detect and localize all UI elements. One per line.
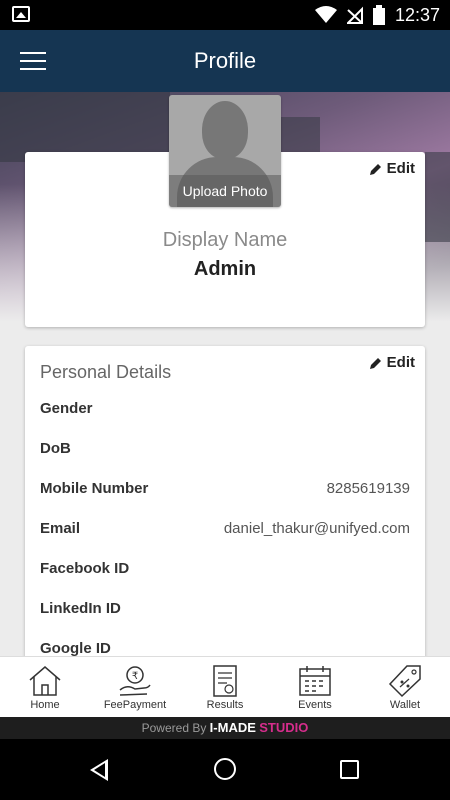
detail-row-facebook: Facebook ID xyxy=(40,559,130,577)
app-bar: Profile xyxy=(0,30,450,92)
pencil-icon xyxy=(369,357,381,369)
back-icon[interactable] xyxy=(90,759,108,781)
brand-logo: I-MADE xyxy=(209,720,256,735)
section-title: Personal Details xyxy=(40,362,172,382)
recent-apps-icon[interactable] xyxy=(340,760,359,779)
calendar-icon xyxy=(299,666,331,696)
image-notification-icon xyxy=(12,6,30,22)
detail-row-dob: DoB xyxy=(40,439,71,457)
nav-home[interactable]: Home xyxy=(0,657,90,718)
upload-photo-button[interactable]: Upload Photo xyxy=(169,95,281,207)
powered-by-footer: Powered By I-MADE STUDIO xyxy=(0,717,450,739)
detail-row-google: Google ID xyxy=(40,639,111,657)
edit-details-button[interactable]: Edit xyxy=(369,354,415,371)
nav-results[interactable]: Results xyxy=(180,657,270,718)
battery-icon xyxy=(372,5,385,25)
wifi-icon xyxy=(314,6,337,23)
bottom-navigation: Home ₹ FeePayment Results Events Wallet xyxy=(0,656,450,717)
personal-details-card: Personal Details Edit Gender DoB Mobile … xyxy=(25,346,425,656)
nav-wallet[interactable]: Wallet xyxy=(360,657,450,718)
display-name-label: Display Name xyxy=(162,229,288,251)
upload-photo-label: Upload Photo xyxy=(169,175,281,207)
pencil-icon xyxy=(369,163,381,175)
page-title: Profile xyxy=(193,48,257,73)
tag-icon xyxy=(388,665,421,698)
nav-events[interactable]: Events xyxy=(270,657,360,718)
home-icon xyxy=(29,666,61,696)
edit-profile-button[interactable]: Edit xyxy=(369,160,415,177)
detail-row-email: Email daniel_thakur@unifyed.com xyxy=(40,519,410,537)
detail-row-gender: Gender xyxy=(40,399,93,417)
nav-feepayment[interactable]: ₹ FeePayment xyxy=(90,657,180,718)
status-bar: 12:37 xyxy=(0,0,450,30)
rupee-hand-icon: ₹ xyxy=(119,666,151,696)
detail-row-mobile: Mobile Number 8285619139 xyxy=(40,479,410,497)
avatar-placeholder-icon xyxy=(202,101,248,159)
no-signal-icon xyxy=(346,6,363,24)
display-name-value: Admin xyxy=(193,258,257,280)
svg-text:₹: ₹ xyxy=(132,671,138,682)
clock: 12:37 xyxy=(394,4,440,25)
home-circle-icon[interactable] xyxy=(214,758,236,780)
certificate-icon xyxy=(213,665,237,697)
system-navigation-bar xyxy=(0,739,450,800)
detail-row-linkedin: LinkedIn ID xyxy=(40,599,121,617)
